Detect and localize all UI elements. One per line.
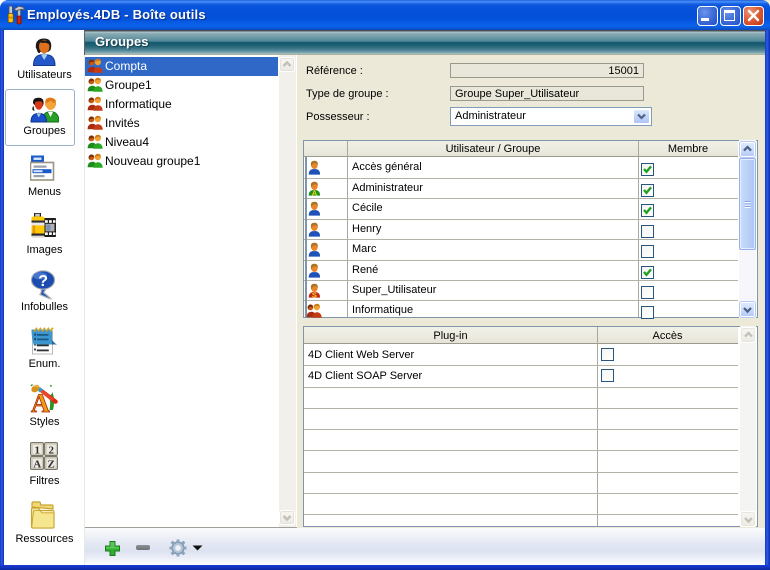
svg-text:Z: Z (48, 458, 55, 470)
svg-text:?: ? (38, 273, 48, 290)
svg-text:S: S (312, 290, 317, 298)
svg-text:2: 2 (48, 444, 54, 456)
svg-text:A: A (312, 188, 318, 196)
svg-text:A: A (33, 458, 41, 470)
svg-text:1: 1 (34, 444, 40, 456)
